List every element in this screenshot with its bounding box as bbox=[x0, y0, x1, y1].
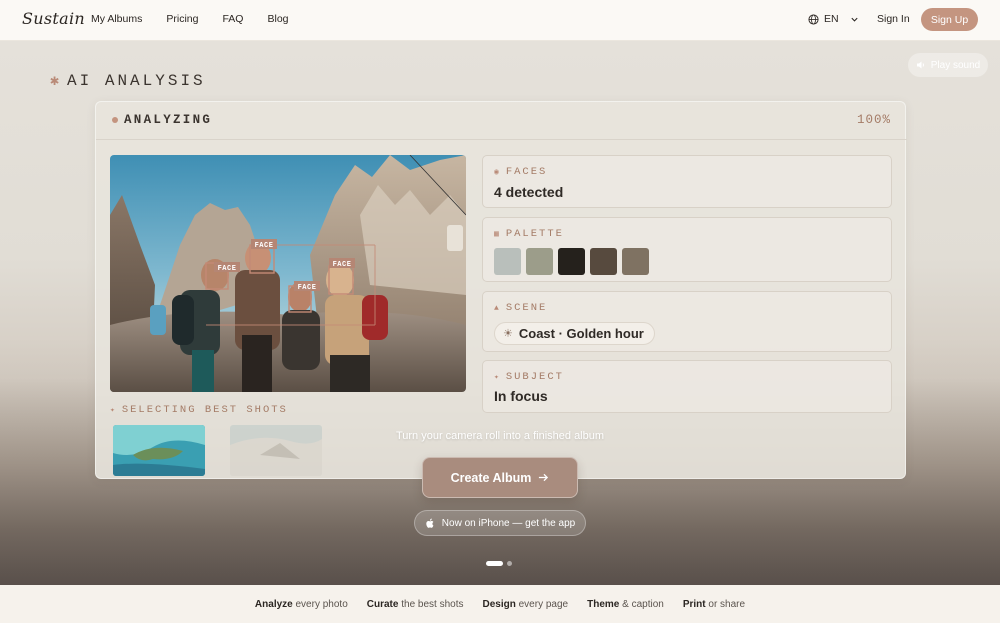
sparkle-icon: ✦ bbox=[494, 373, 499, 382]
subject-title: SUBJECT bbox=[505, 371, 564, 383]
faces-title: FACES bbox=[505, 166, 548, 178]
sun-icon: ☀ bbox=[503, 328, 513, 340]
faces-card: ◉ FACES 4 detected bbox=[482, 155, 892, 208]
tagline: Turn your camera roll into a finished al… bbox=[395, 430, 605, 442]
face-tag: FACE bbox=[333, 261, 352, 269]
best-shots-label: ✦ SELECTING BEST SHOTS bbox=[110, 404, 288, 416]
scene-card-title: ▲ SCENE bbox=[494, 302, 547, 314]
palette-swatch bbox=[526, 248, 553, 275]
signin-link[interactable]: Sign In bbox=[877, 13, 910, 25]
section-title-text: AI ANALYSIS bbox=[67, 71, 206, 90]
scene-pill: ☀ Coast · Golden hour bbox=[494, 322, 655, 345]
carousel-dots bbox=[486, 561, 512, 566]
analysis-panel: ANALYZING 100% FACE FACE FACE FACE ◉ FAC… bbox=[95, 101, 907, 479]
subject-card: ✦ SUBJECT In focus bbox=[482, 360, 892, 413]
feature-item: Design every page bbox=[482, 598, 569, 610]
features-bar: Analyze every photo Curate the best shot… bbox=[0, 585, 1000, 623]
hero: ✱ AI ANALYSIS Play sound ANALYZING 100% bbox=[0, 41, 1000, 585]
speaker-icon bbox=[916, 61, 924, 69]
iphone-app-label: Now on iPhone — get the app bbox=[441, 517, 576, 529]
nav-links: My Albums Pricing FAQ Blog bbox=[91, 13, 313, 25]
scene-card: ▲ SCENE ☀ Coast · Golden hour bbox=[482, 291, 892, 352]
create-album-button[interactable]: Create Album bbox=[422, 457, 578, 498]
palette-swatch bbox=[494, 248, 521, 275]
palette-card: ▦ PALETTE bbox=[482, 217, 892, 282]
asterisk-icon: ✱ bbox=[50, 73, 60, 90]
create-album-label: Create Album bbox=[450, 470, 532, 485]
mountain-icon: ▲ bbox=[494, 303, 499, 313]
carousel-dot[interactable] bbox=[507, 561, 512, 566]
apple-icon bbox=[426, 518, 434, 528]
palette-swatches bbox=[494, 248, 649, 275]
play-sound-label: Play sound bbox=[930, 59, 981, 71]
face-tag: FACE bbox=[298, 284, 317, 292]
palette-swatch bbox=[558, 248, 585, 275]
palette-icon: ▦ bbox=[494, 230, 499, 239]
face-tag: FACE bbox=[255, 242, 274, 250]
language-label: EN bbox=[824, 13, 839, 25]
scene-value: Coast · Golden hour bbox=[518, 326, 644, 341]
nav-link-my-albums[interactable]: My Albums bbox=[91, 13, 142, 25]
faces-card-title: ◉ FACES bbox=[494, 166, 547, 178]
progress-percent: 100% bbox=[856, 113, 891, 127]
feature-item: Analyze every photo bbox=[254, 598, 348, 610]
arrow-right-icon bbox=[539, 473, 549, 482]
nav-link-faq[interactable]: FAQ bbox=[222, 13, 243, 25]
analyzing-status: ANALYZING bbox=[124, 113, 213, 127]
analyzed-photo: FACE FACE FACE FACE bbox=[110, 155, 466, 392]
scene-title: SCENE bbox=[505, 302, 548, 314]
play-sound-button[interactable]: Play sound bbox=[908, 53, 988, 77]
panel-header: ANALYZING 100% bbox=[96, 102, 907, 140]
feature-item: Print or share bbox=[682, 598, 746, 610]
feature-item: Curate the best shots bbox=[366, 598, 464, 610]
palette-swatch bbox=[590, 248, 617, 275]
signup-button[interactable]: Sign Up bbox=[921, 8, 978, 31]
palette-card-title: ▦ PALETTE bbox=[494, 228, 564, 240]
palette-title: PALETTE bbox=[505, 228, 564, 240]
palette-swatch bbox=[622, 248, 649, 275]
section-title: ✱ AI ANALYSIS bbox=[50, 71, 206, 91]
subject-card-title: ✦ SUBJECT bbox=[494, 371, 564, 383]
nav-link-pricing[interactable]: Pricing bbox=[166, 13, 198, 25]
chevron-down-icon bbox=[851, 17, 858, 22]
sparkle-icon: ✦ bbox=[110, 406, 115, 415]
carousel-dot-active[interactable] bbox=[486, 561, 503, 566]
top-navbar: Sustain My Albums Pricing FAQ Blog EN Si… bbox=[0, 0, 1000, 41]
face-icon: ◉ bbox=[494, 168, 499, 177]
faces-value: 4 detected bbox=[494, 184, 564, 200]
subject-value: In focus bbox=[494, 388, 548, 404]
feature-item: Theme & caption bbox=[587, 598, 664, 610]
best-shots-text: SELECTING BEST SHOTS bbox=[121, 404, 288, 416]
face-tag: FACE bbox=[218, 265, 237, 273]
language-selector[interactable]: EN bbox=[808, 13, 859, 25]
iphone-app-link[interactable]: Now on iPhone — get the app bbox=[414, 510, 586, 536]
status-dot bbox=[112, 117, 118, 123]
globe-icon bbox=[808, 13, 819, 25]
logo[interactable]: Sustain bbox=[22, 9, 85, 28]
nav-link-blog[interactable]: Blog bbox=[267, 13, 288, 25]
